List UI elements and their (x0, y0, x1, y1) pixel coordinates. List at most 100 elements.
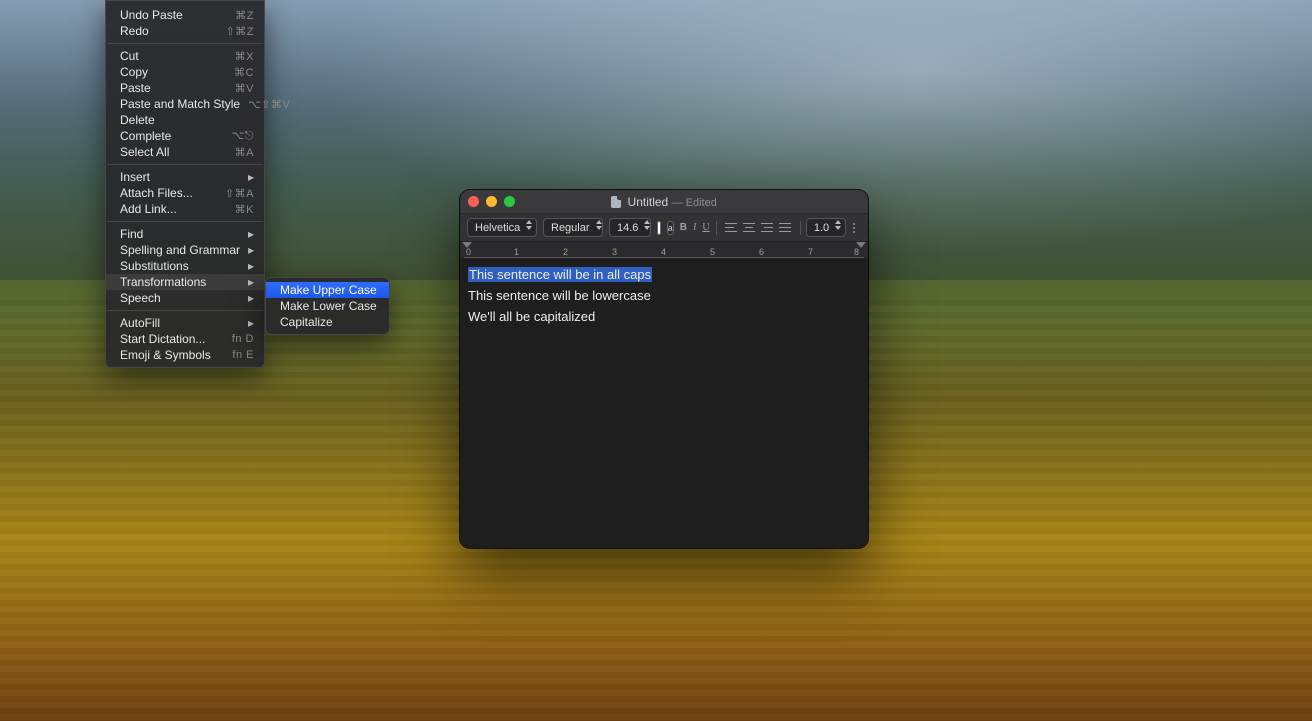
align-left-icon[interactable] (722, 220, 740, 236)
submenu-arrow-icon: ▸ (248, 243, 254, 257)
submenu-arrow-icon: ▸ (248, 316, 254, 330)
menu-item-start-dictation[interactable]: Start Dictation... fn D (106, 331, 264, 347)
menu-label: Transformations (120, 275, 206, 289)
menu-item-add-link[interactable]: Add Link... ⌘K (106, 201, 264, 217)
menu-label: Make Lower Case (280, 299, 377, 313)
menu-label: Select All (120, 145, 169, 159)
ruler-line (464, 257, 864, 258)
menu-item-substitutions[interactable]: Substitutions ▸ (106, 258, 264, 274)
menu-item-transformations[interactable]: Transformations▸ (106, 274, 264, 290)
menu-item-find[interactable]: Find▸ (106, 226, 264, 242)
menu-item-undo[interactable]: Undo Paste ⌘Z (106, 7, 264, 23)
menu-shortcut: fn E (232, 349, 254, 361)
menu-shortcut: ⌘Z (235, 9, 254, 22)
menu-item-attach-files[interactable]: Attach Files...⇧⌘A (106, 185, 264, 201)
menu-item-delete[interactable]: Delete (106, 112, 264, 128)
submenu-arrow-icon: ▸ (248, 259, 254, 273)
font-style-value: Regular (551, 222, 590, 234)
menu-label: Make Upper Case (280, 283, 377, 297)
menu-item-make-upper-case[interactable]: Make Upper Case (266, 282, 389, 298)
text-line-selected[interactable]: This sentence will be in all caps (468, 267, 652, 282)
ruler[interactable]: 0 1 2 3 4 5 6 7 8 (460, 242, 868, 259)
italic-button[interactable]: I (693, 220, 696, 236)
menu-shortcut: ⌘A (235, 146, 254, 159)
menu-item-capitalize[interactable]: Capitalize (266, 314, 389, 330)
text-line[interactable]: We'll all be capitalized (468, 307, 860, 328)
ruler-tick-label: 6 (759, 247, 764, 257)
menu-item-emoji-symbols[interactable]: Emoji & Symbols fn E (106, 347, 264, 363)
font-size-value: 14.6 (617, 222, 638, 234)
ruler-tick-label: 4 (661, 247, 666, 257)
dropdown-stepper-icon (860, 224, 861, 231)
document-icon (611, 196, 621, 208)
bold-button[interactable]: B (680, 220, 687, 236)
menu-shortcut: ⌘C (234, 66, 254, 79)
menu-label: Add Link... (120, 202, 177, 216)
dropdown-stepper-icon (644, 226, 650, 230)
menu-label: Find (120, 227, 143, 241)
menu-label: Copy (120, 65, 148, 79)
ruler-tick-label: 0 (466, 247, 471, 257)
align-center-icon[interactable] (740, 220, 758, 236)
format-toolbar: Helvetica Regular 14.6 a B I U 1.0 (460, 214, 868, 242)
menu-label: Paste and Match Style (120, 97, 240, 111)
alignment-buttons (722, 220, 794, 236)
transformations-submenu[interactable]: Make Upper Case Make Lower Case Capitali… (265, 277, 390, 335)
menu-label: Attach Files... (120, 186, 193, 200)
menu-label: Start Dictation... (120, 332, 205, 346)
text-color-swatch[interactable] (657, 221, 661, 235)
zoom-button[interactable] (504, 196, 515, 207)
menu-label: Speech (120, 291, 161, 305)
menu-label: Undo Paste (120, 8, 183, 22)
document-body[interactable]: This sentence will be in all caps This s… (460, 259, 868, 548)
menu-item-redo[interactable]: Redo ⇧⌘Z (106, 23, 264, 39)
ruler-tick-label: 7 (808, 247, 813, 257)
menu-shortcut: ⌘K (235, 203, 254, 216)
close-button[interactable] (468, 196, 479, 207)
textedit-window[interactable]: Untitled — Edited Helvetica Regular 14.6… (460, 190, 868, 548)
ruler-tick-label: 8 (854, 247, 859, 257)
menu-item-paste-match-style[interactable]: Paste and Match Style⌥⇧⌘V (106, 96, 264, 112)
menu-item-spelling[interactable]: Spelling and Grammar ▸ (106, 242, 264, 258)
line-spacing-select[interactable]: 1.0 (806, 218, 846, 237)
font-style-select[interactable]: Regular (543, 218, 603, 237)
menu-item-autofill[interactable]: AutoFill▸ (106, 315, 264, 331)
menu-label: Substitutions (120, 259, 189, 273)
menu-label: Capitalize (280, 315, 333, 329)
menu-item-copy[interactable]: Copy ⌘C (106, 64, 264, 80)
menu-item-insert[interactable]: Insert▸ (106, 169, 264, 185)
menu-label: Emoji & Symbols (120, 348, 211, 362)
menu-item-make-lower-case[interactable]: Make Lower Case (266, 298, 389, 314)
text-line[interactable]: This sentence will be lowercase (468, 286, 860, 307)
submenu-arrow-icon: ▸ (248, 291, 254, 305)
menu-shortcut: fn D (232, 333, 254, 345)
bg-color-swatch[interactable]: a (667, 221, 674, 235)
align-justify-icon[interactable] (776, 220, 794, 236)
menu-separator (107, 164, 263, 165)
menu-item-select-all[interactable]: Select All ⌘A (106, 144, 264, 160)
ruler-tick-label: 3 (612, 247, 617, 257)
menu-separator (107, 310, 263, 311)
menu-shortcut: ⇧⌘Z (226, 25, 254, 38)
menu-label: Spelling and Grammar (120, 243, 240, 257)
list-style-icon[interactable] (852, 220, 854, 236)
submenu-arrow-icon: ▸ (248, 170, 254, 184)
menu-label: Redo (120, 24, 149, 38)
font-size-select[interactable]: 14.6 (609, 218, 651, 237)
ruler-tick-label: 2 (563, 247, 568, 257)
underline-button[interactable]: U (702, 220, 709, 236)
font-family-select[interactable]: Helvetica (467, 218, 537, 237)
minimize-button[interactable] (486, 196, 497, 207)
menu-item-cut[interactable]: Cut ⌘X (106, 48, 264, 64)
menu-item-speech[interactable]: Speech ▸ (106, 290, 264, 306)
menu-shortcut: ⌘V (235, 82, 254, 95)
window-titlebar[interactable]: Untitled — Edited (460, 190, 868, 214)
edit-context-menu[interactable]: Undo Paste ⌘Z Redo ⇧⌘Z Cut ⌘X Copy ⌘C Paste⌘… (105, 0, 265, 368)
font-family-value: Helvetica (475, 222, 520, 234)
menu-shortcut: ⌥⎋ (232, 129, 254, 143)
menu-item-paste[interactable]: Paste⌘V (106, 80, 264, 96)
menu-item-complete[interactable]: Complete⌥⎋ (106, 128, 264, 144)
align-right-icon[interactable] (758, 220, 776, 236)
menu-shortcut: ⌘X (235, 50, 254, 63)
menu-label: Cut (120, 49, 139, 63)
